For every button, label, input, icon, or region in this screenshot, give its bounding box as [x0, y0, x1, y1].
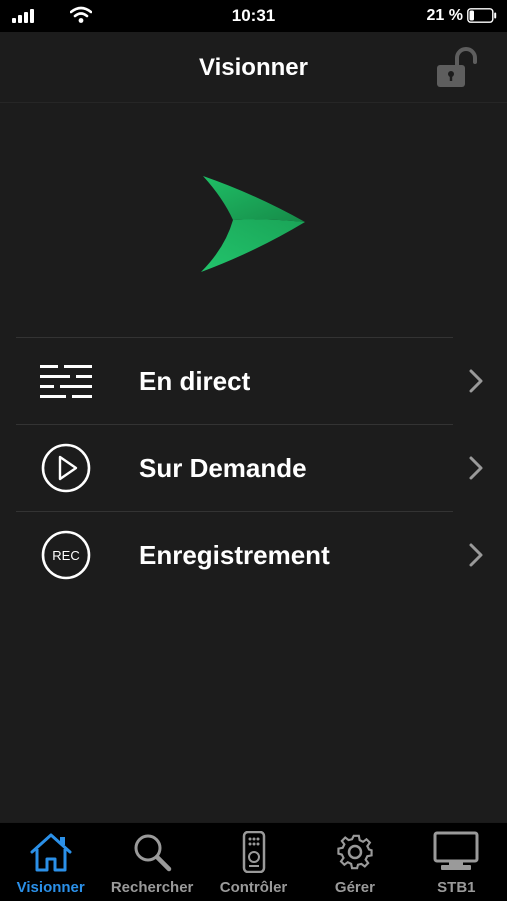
unlocked-padlock-icon[interactable] — [433, 46, 479, 90]
page-title: Visionner — [199, 54, 308, 81]
gear-icon — [337, 834, 373, 870]
rec-icon-text: REC — [52, 548, 79, 563]
search-icon — [134, 834, 172, 872]
menu-item-sur-demande[interactable]: Sur Demande — [16, 424, 483, 511]
tab-label: Contrôler — [219, 879, 288, 896]
status-bar: 10:31 21 % — [0, 0, 507, 32]
remote-control-icon — [242, 831, 265, 873]
tv-icon — [433, 831, 479, 870]
chevron-right-icon — [469, 369, 483, 393]
battery-percent: 21 % — [426, 7, 463, 24]
bottom-tab-bar: Visionner Rechercher Contrôler Gérer STB… — [0, 822, 507, 901]
menu-item-label: En direct — [139, 366, 251, 396]
menu-item-en-direct[interactable]: En direct — [16, 337, 483, 424]
tab-label: STB1 — [437, 879, 476, 896]
tab-stb1[interactable]: STB1 — [406, 823, 507, 901]
menu-item-label: Enregistrement — [139, 540, 330, 570]
play-circle-icon — [41, 443, 91, 493]
rec-circle-icon: REC — [41, 530, 91, 580]
tab-label: Visionner — [16, 879, 85, 896]
tab-controler[interactable]: Contrôler — [203, 823, 304, 901]
chevron-right-icon — [469, 456, 483, 480]
tab-label: Gérer — [334, 879, 375, 896]
battery-icon — [467, 8, 497, 23]
tab-gerer[interactable]: Gérer — [304, 823, 405, 901]
tab-label: Rechercher — [110, 879, 194, 896]
main-menu: En direct Sur Demande REC Enregistrement — [16, 337, 483, 598]
guide-lines-icon — [40, 365, 92, 398]
menu-item-label: Sur Demande — [139, 453, 307, 483]
tab-visionner[interactable]: Visionner — [0, 823, 101, 901]
top-navigation-bar: Visionner — [0, 32, 507, 103]
home-icon — [30, 833, 72, 872]
chevron-right-icon — [469, 543, 483, 567]
green-arrow-logo — [201, 176, 305, 272]
tab-rechercher[interactable]: Rechercher — [101, 823, 202, 901]
menu-item-enregistrement[interactable]: REC Enregistrement — [16, 511, 483, 598]
